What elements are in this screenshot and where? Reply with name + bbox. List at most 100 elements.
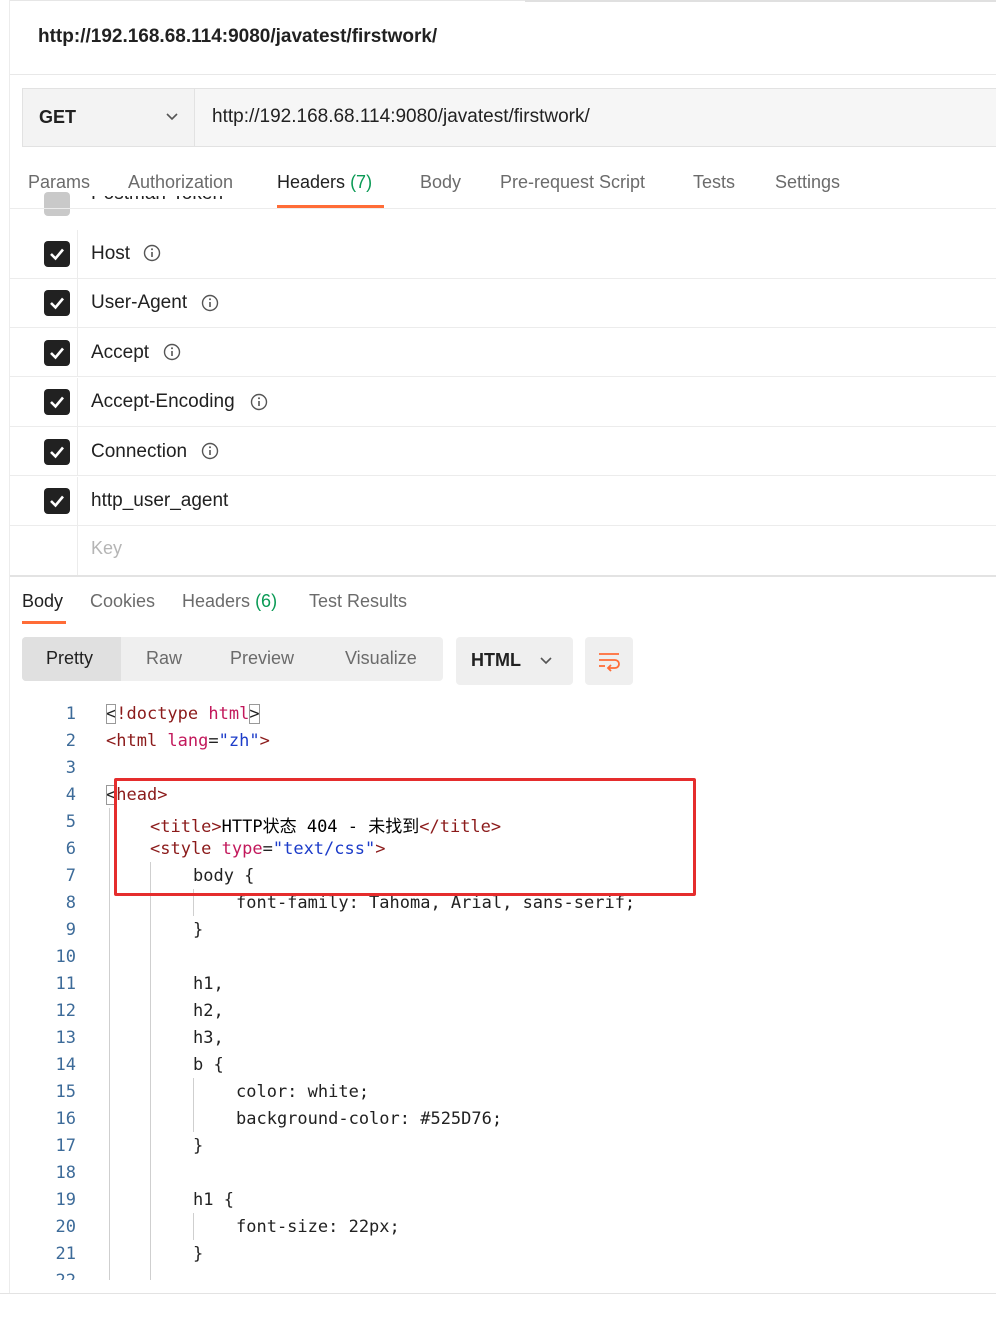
tab-pre-request-script[interactable]: Pre-request Script [500,172,645,193]
header-key-user-agent[interactable]: User-Agent [91,292,187,314]
code-line-8: font-family: Tahoma, Arial, sans-serif; [236,893,636,913]
response-tab-headers[interactable]: Headers (6) [182,591,277,612]
line-number: 13 [55,1028,76,1048]
header-key-accept[interactable]: Accept [91,342,149,364]
code-line-14: b { [193,1055,224,1075]
line-number: 1 [65,704,76,724]
line-number: 21 [55,1244,76,1264]
checkmark-icon [50,248,64,261]
line-number: 20 [55,1217,76,1237]
code-line-17: } [193,1136,204,1156]
top-tab-border [525,0,996,2]
code-line-20: font-size: 22px; [236,1217,400,1237]
wrap-lines-button[interactable] [585,637,633,685]
url-input[interactable]: http://192.168.68.114:9080/javatest/firs… [212,106,590,128]
info-icon[interactable] [201,294,219,312]
line-number: 11 [55,974,76,994]
view-mode-visualize[interactable]: Visualize [345,648,417,669]
code-line-11: h1, [193,974,224,994]
code-line-2: <html lang="zh"> [106,731,270,751]
table-row [10,328,996,377]
response-tab-body[interactable]: Body [22,591,63,612]
tab-body[interactable]: Body [420,172,461,193]
header-key-accept-encoding[interactable]: Accept-Encoding [91,391,235,413]
line-number: 4 [65,785,76,805]
active-response-tab-indicator [22,621,66,624]
language-label: HTML [471,650,521,670]
view-mode-preview[interactable]: Preview [230,648,294,669]
line-number: 9 [65,920,76,940]
view-mode-raw[interactable]: Raw [146,648,182,669]
bottom-border [0,1293,996,1294]
code-line-9: } [193,920,204,940]
table-top-border [10,208,996,209]
code-line-13: h3, [193,1028,224,1048]
indent-guide [193,1078,194,1132]
response-tab-test-results[interactable]: Test Results [309,591,407,612]
line-number: 5 [65,812,76,832]
line-number: 16 [55,1109,76,1129]
method-label: GET [39,107,77,127]
line-number: 18 [55,1163,76,1183]
checkbox-accept[interactable] [44,340,70,366]
line-number: 10 [55,947,76,967]
checkbox-http-user-agent[interactable] [44,488,70,514]
info-icon[interactable] [163,343,181,361]
partial-row-label: Postman-Token [91,196,251,208]
checkbox-user-agent[interactable] [44,290,70,316]
title-divider [10,74,996,75]
checkbox-accept-encoding[interactable] [44,389,70,415]
line-number: 12 [55,1001,76,1021]
line-number: 14 [55,1055,76,1075]
code-line-19: h1 { [193,1190,234,1210]
info-icon[interactable] [201,442,219,460]
code-line-21: } [193,1244,204,1264]
checkmark-icon [50,396,64,409]
info-icon[interactable] [250,393,268,411]
view-mode-pretty[interactable]: Pretty [46,648,93,669]
line-number: 6 [65,839,76,859]
response-tab-cookies[interactable]: Cookies [90,591,155,612]
chevron-down-icon[interactable] [537,652,555,670]
line-number: 7 [65,866,76,886]
checkbox-postman-token[interactable] [44,192,70,216]
tab-settings[interactable]: Settings [775,172,840,193]
response-divider[interactable] [10,575,996,577]
line-number: 17 [55,1136,76,1156]
info-icon[interactable] [143,244,161,262]
checkmark-icon [50,297,64,310]
checkmark-icon [50,446,64,459]
checkmark-icon [50,347,64,360]
header-key-host[interactable]: Host [91,243,130,265]
indent-guide [109,808,110,1280]
indent-guide [193,1213,194,1240]
indent-guide [150,862,151,1280]
checkbox-host[interactable] [44,241,70,267]
header-key-connection[interactable]: Connection [91,441,187,463]
response-headers-count: (6) [255,591,278,611]
headers-count: (7) [350,172,373,192]
code-line-15: color: white; [236,1082,370,1102]
line-number: 19 [55,1190,76,1210]
line-number: 22 [0,1271,76,1280]
tab-authorization[interactable]: Authorization [128,172,233,193]
table-row-new [10,526,996,575]
highlight-box [114,778,696,896]
code-line-16: background-color: #525D76; [236,1109,503,1129]
code-line-12: h2, [193,1001,224,1021]
tab-headers[interactable]: Headers (7) [277,172,372,193]
new-key-input[interactable]: Key [91,538,122,559]
line-number: 3 [65,758,76,778]
code-line-1: <!doctype html> [106,704,260,724]
checkbox-connection[interactable] [44,439,70,465]
chevron-down-icon[interactable] [163,108,181,126]
header-key-http-user-agent[interactable]: http_user_agent [91,490,228,512]
request-title: http://192.168.68.114:9080/javatest/firs… [38,26,438,47]
tab-params[interactable]: Params [28,172,90,193]
line-number: 2 [65,731,76,751]
tab-tests[interactable]: Tests [693,172,735,193]
line-number: 8 [65,893,76,913]
line-number: 15 [55,1082,76,1102]
wrap-lines-icon [599,653,620,672]
checkmark-icon [50,495,64,508]
